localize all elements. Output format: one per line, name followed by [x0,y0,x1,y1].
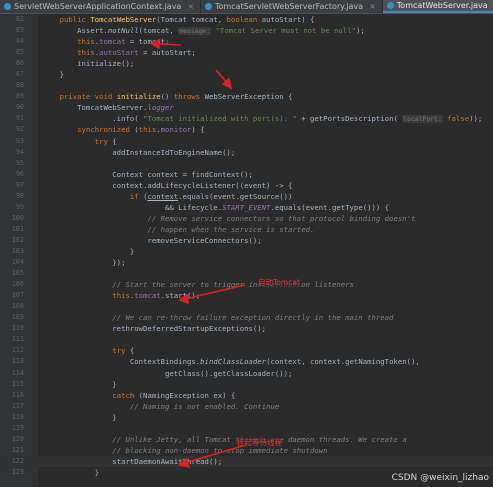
arrow-await-thread-head [178,457,191,469]
watermark: CSDN @weixin_lizhao [391,473,489,483]
annotation-arrows [150,38,247,469]
arrow-tomcat-field [156,43,182,46]
arrow-await-thread [184,444,247,464]
arrow-tomcat-field-head [150,38,160,50]
arrow-tomcat-start [184,284,246,300]
arrow-tomcat-start-head [178,293,189,305]
